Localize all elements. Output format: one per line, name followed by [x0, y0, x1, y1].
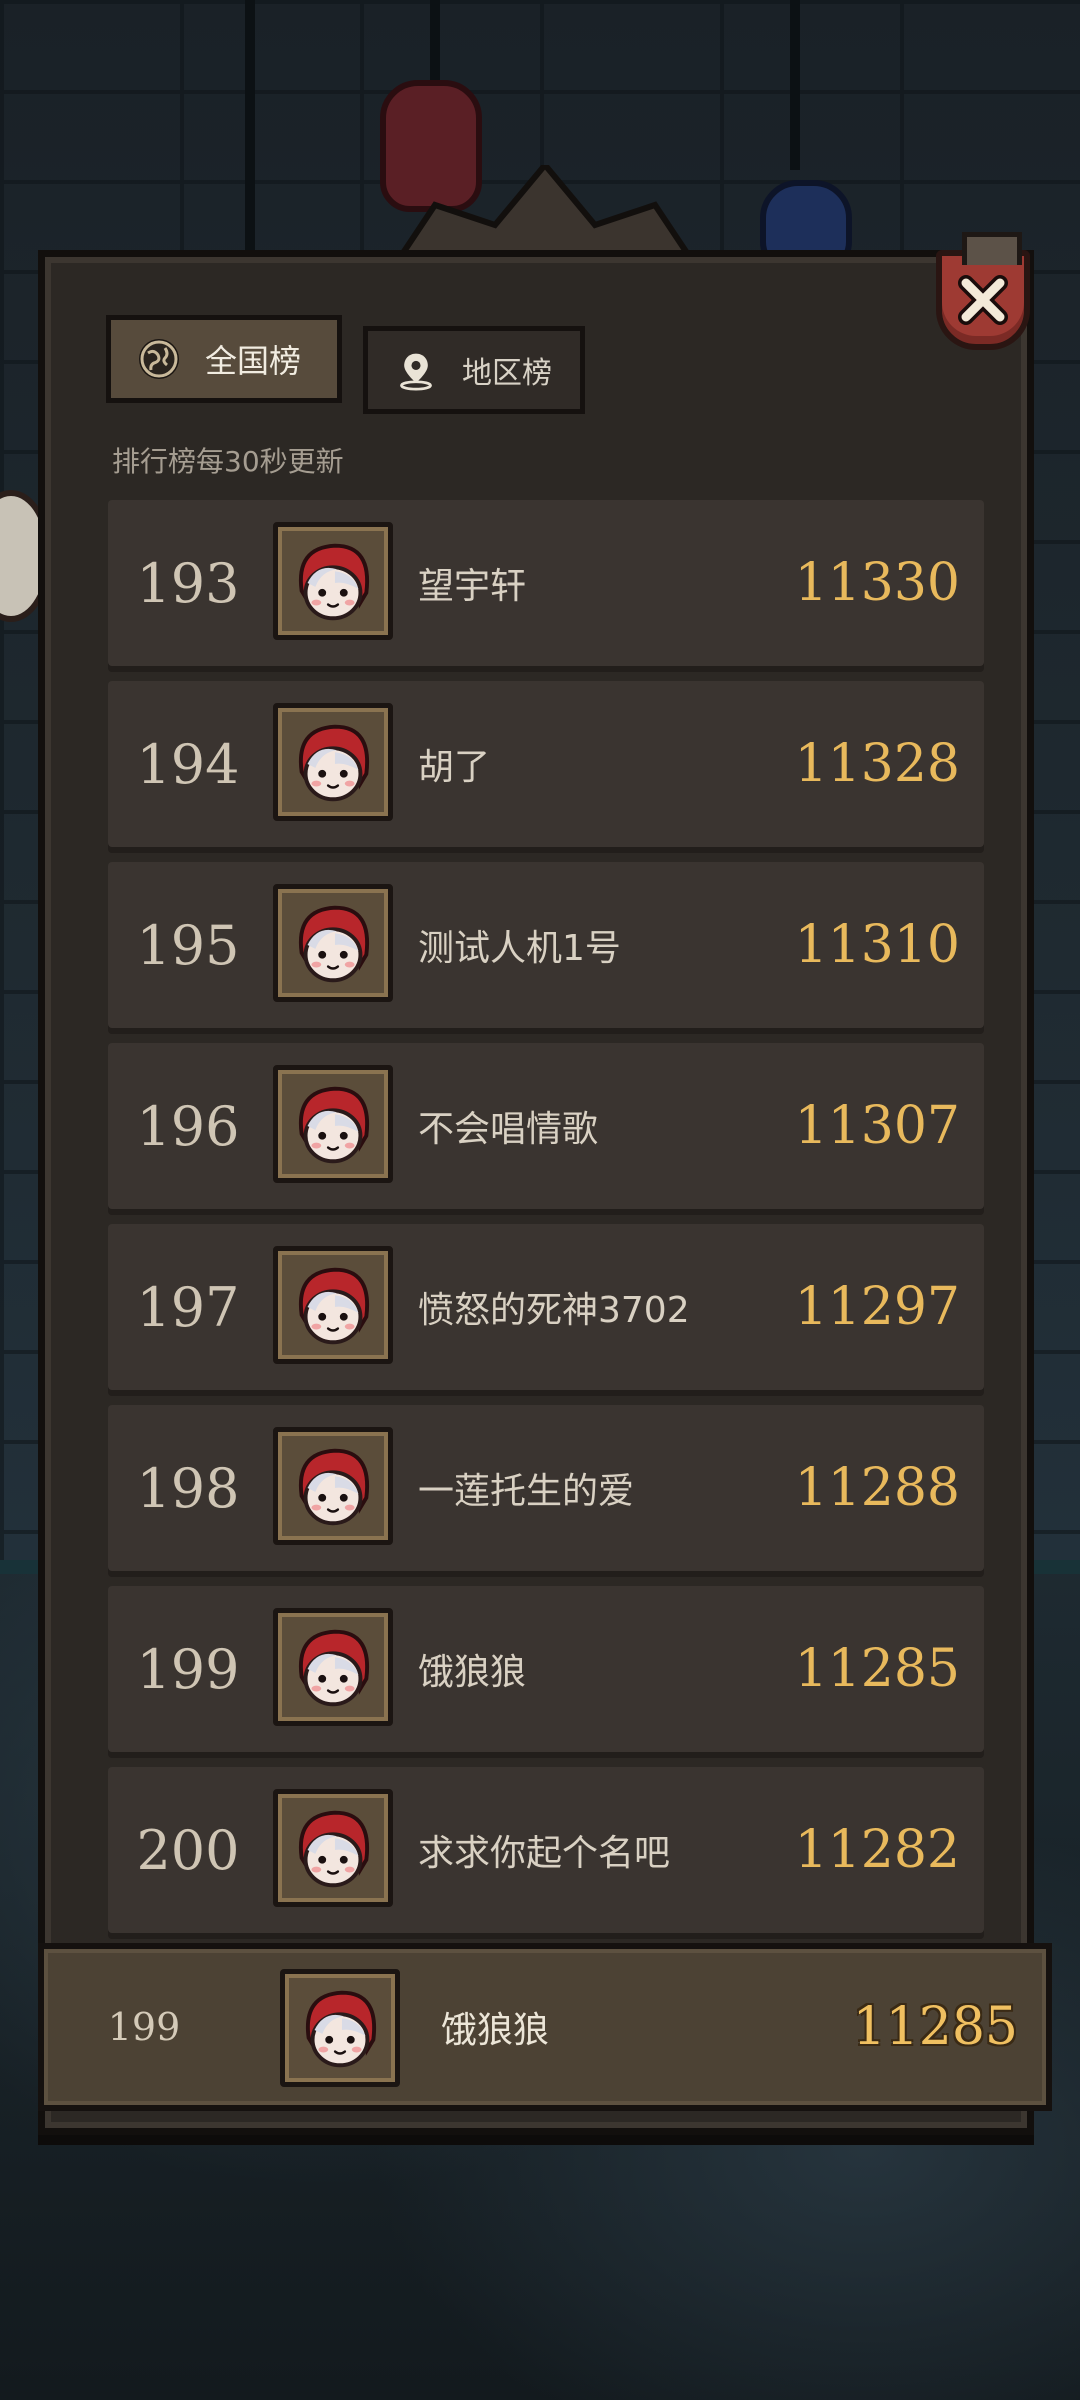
- rank-list[interactable]: 193 望宇轩 11330 194 胡了 11328 195 测试人机1号 11310 196 不会…: [108, 500, 984, 1948]
- player-name: 胡了: [418, 747, 491, 788]
- avatar-icon: [298, 543, 370, 621]
- rank-number: 193: [136, 551, 240, 615]
- rank-number: 200: [136, 1818, 240, 1882]
- rank-row[interactable]: 193 望宇轩 11330: [108, 500, 984, 666]
- hanging-pole: [430, 0, 440, 90]
- player-name: 求求你起个名吧: [418, 1833, 671, 1874]
- player-avatar[interactable]: [273, 1246, 393, 1364]
- player-avatar[interactable]: [273, 522, 393, 640]
- player-score: 11328: [794, 734, 960, 794]
- avatar-icon: [298, 1810, 370, 1888]
- rank-row[interactable]: 195 测试人机1号 11310: [108, 862, 984, 1028]
- player-avatar[interactable]: [273, 1065, 393, 1183]
- avatar-icon: [298, 1448, 370, 1526]
- player-score: 11282: [794, 1820, 960, 1880]
- player-score: 11297: [794, 1277, 960, 1337]
- rank-number: 199: [136, 1637, 240, 1701]
- hanging-pole: [790, 0, 800, 170]
- rank-row[interactable]: 196 不会唱情歌 11307: [108, 1043, 984, 1209]
- tab-region-label: 地区榜: [462, 356, 552, 391]
- hanging-pole: [245, 0, 255, 260]
- rank-number: 197: [136, 1275, 240, 1339]
- player-avatar[interactable]: [273, 1427, 393, 1545]
- player-avatar[interactable]: [273, 884, 393, 1002]
- avatar-icon: [298, 905, 370, 983]
- location-pin-icon: [396, 350, 436, 391]
- rank-row[interactable]: 197 愤怒的死神3702 11297: [108, 1224, 984, 1390]
- rank-number: 195: [136, 913, 240, 977]
- tab-region[interactable]: 地区榜: [363, 326, 585, 414]
- player-name: 测试人机1号: [418, 928, 621, 969]
- my-rank-number: 199: [107, 2005, 181, 2049]
- close-icon: [958, 275, 1008, 325]
- player-name: 不会唱情歌: [418, 1109, 599, 1150]
- avatar-icon: [298, 1629, 370, 1707]
- player-name: 饿狼狼: [418, 1652, 527, 1693]
- player-score: 11307: [794, 1096, 960, 1156]
- rank-number: 194: [136, 732, 240, 796]
- player-name: 愤怒的死神3702: [418, 1290, 690, 1331]
- rank-row[interactable]: 200 求求你起个名吧 11282: [108, 1767, 984, 1933]
- tab-national-label: 全国榜: [205, 342, 302, 380]
- player-avatar[interactable]: [273, 1608, 393, 1726]
- my-avatar: [280, 1969, 400, 2087]
- player-score: 11310: [794, 915, 960, 975]
- my-player-score: 11285: [852, 1997, 1018, 2057]
- rank-number: 198: [136, 1456, 240, 1520]
- update-note: 排行榜每30秒更新: [112, 445, 344, 478]
- avatar-icon: [298, 1267, 370, 1345]
- avatar-icon: [298, 724, 370, 802]
- avatar-icon: [305, 1990, 377, 2068]
- rank-row[interactable]: 194 胡了 11328: [108, 681, 984, 847]
- tab-national[interactable]: 全国榜: [106, 315, 342, 403]
- globe-icon: [139, 339, 179, 379]
- player-score: 11330: [794, 553, 960, 613]
- my-player-name: 饿狼狼: [441, 2010, 550, 2051]
- player-score: 11285: [794, 1639, 960, 1699]
- avatar-icon: [298, 1086, 370, 1164]
- player-avatar[interactable]: [273, 1789, 393, 1907]
- rank-number: 196: [136, 1094, 240, 1158]
- player-avatar[interactable]: [273, 703, 393, 821]
- rank-row[interactable]: 199 饿狼狼 11285: [108, 1586, 984, 1752]
- rank-row[interactable]: 198 一莲托生的爱 11288: [108, 1405, 984, 1571]
- player-name: 望宇轩: [418, 566, 527, 607]
- player-score: 11288: [794, 1458, 960, 1518]
- my-rank-bar: 199 饿狼狼 11285: [38, 1943, 1052, 2111]
- close-button[interactable]: [936, 232, 1030, 350]
- player-name: 一莲托生的爱: [418, 1471, 635, 1512]
